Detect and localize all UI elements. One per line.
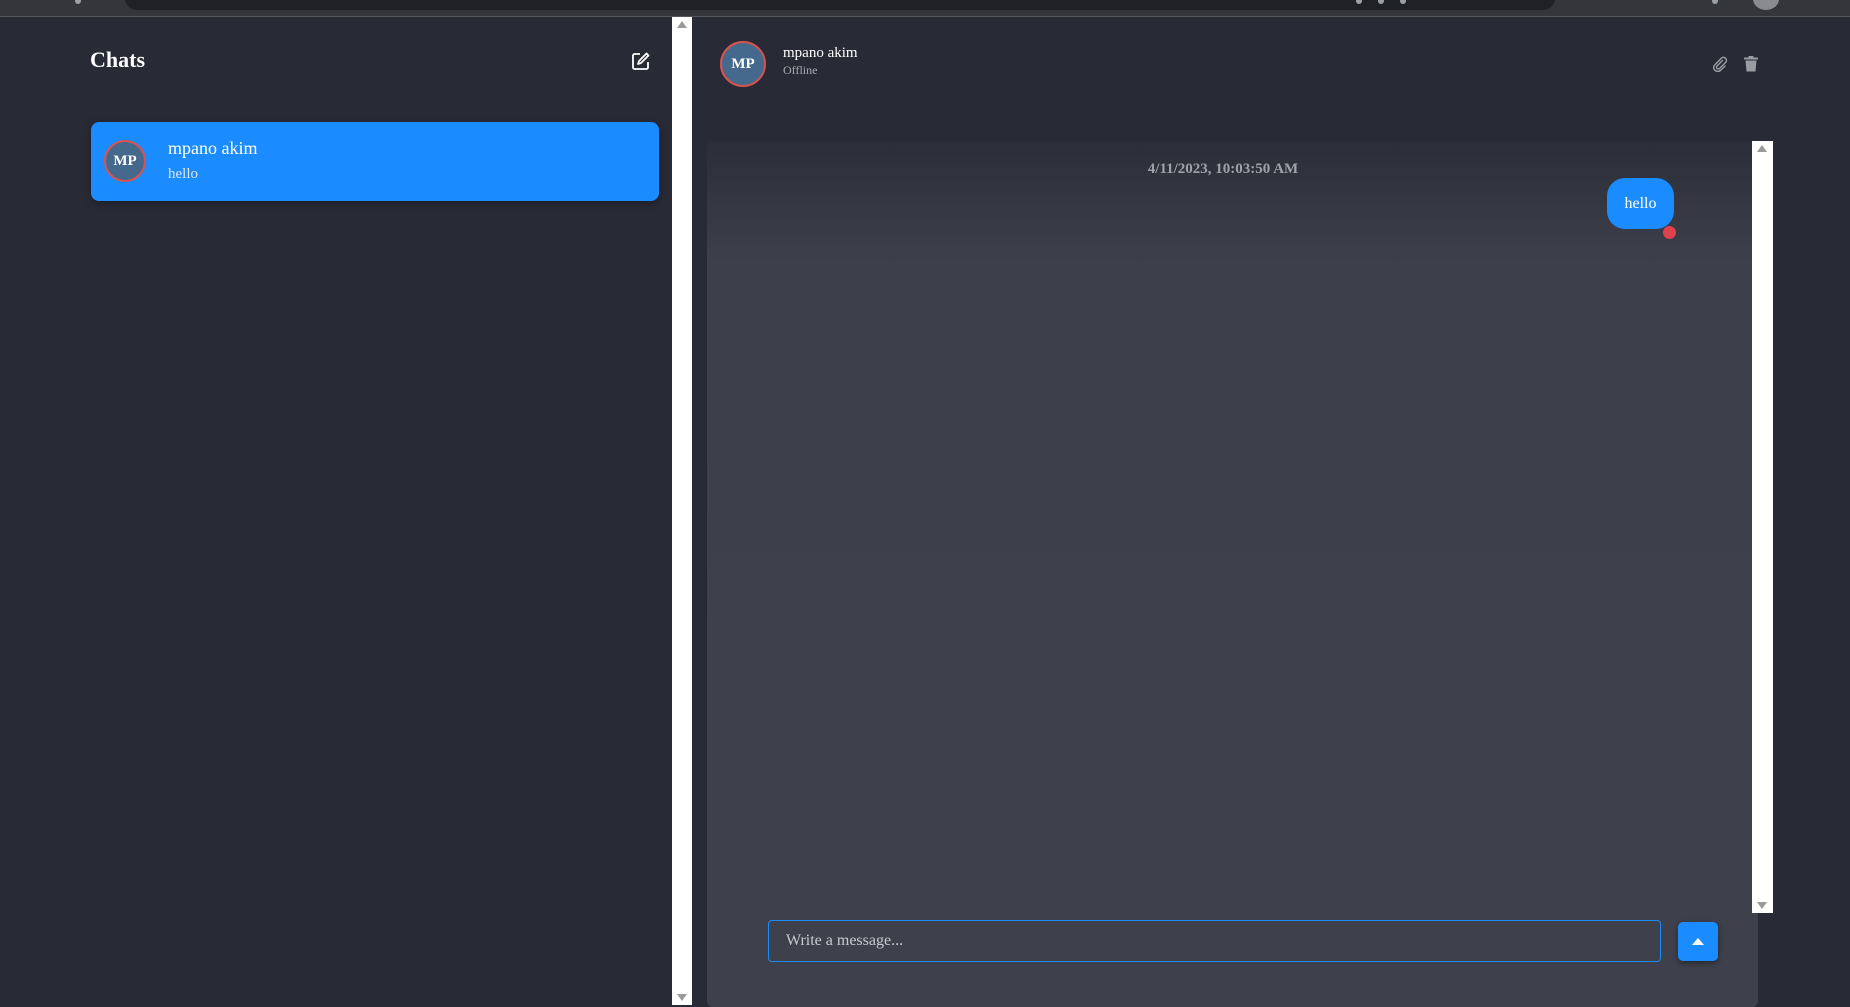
new-chat-button[interactable] [628,48,654,74]
send-button[interactable] [1678,922,1718,961]
chat-list-panel: Chats MP mpano akim hello [0,17,672,1005]
scroll-up-arrow-icon[interactable] [1757,145,1767,152]
contact-name: mpano akim [783,45,858,61]
message-input[interactable] [768,920,1661,962]
contact-avatar[interactable]: MP [720,41,766,87]
edit-icon [632,52,650,70]
outgoing-message-bubble[interactable]: hello [1607,178,1674,229]
delete-chat-button[interactable] [1741,54,1761,74]
trash-icon [1744,56,1758,72]
browser-profile-avatar[interactable] [1753,0,1779,10]
browser-menu-icon[interactable] [1712,0,1718,4]
chat-item-preview: hello [168,166,198,182]
conversation-panel: MP mpano akim Offline 4/11/2023, 10:03:5… [692,17,1850,1007]
chat-item-name: mpano akim [168,138,258,158]
chats-title: Chats [90,47,146,72]
messages-area: 4/11/2023, 10:03:50 AM hello [707,141,1773,1007]
browser-toolbar [0,0,1850,17]
caret-up-icon [1692,938,1704,945]
paperclip-icon [1712,56,1728,72]
browser-address-bar[interactable] [125,0,1555,10]
message-status-dot [1663,226,1676,239]
scroll-up-arrow-icon[interactable] [677,21,687,28]
browser-back-icon[interactable] [75,0,81,4]
chat-list-scrollbar[interactable] [672,17,692,1005]
contact-status: Offline [783,63,818,77]
messages-scrollbar[interactable] [1752,141,1773,913]
message-timestamp: 4/11/2023, 10:03:50 AM [1147,161,1299,177]
scroll-down-arrow-icon[interactable] [1757,902,1767,909]
avatar: MP [104,140,146,182]
chat-list-item[interactable]: MP mpano akim hello [91,122,659,201]
scroll-down-arrow-icon[interactable] [677,994,687,1001]
attach-button[interactable] [1710,54,1730,74]
